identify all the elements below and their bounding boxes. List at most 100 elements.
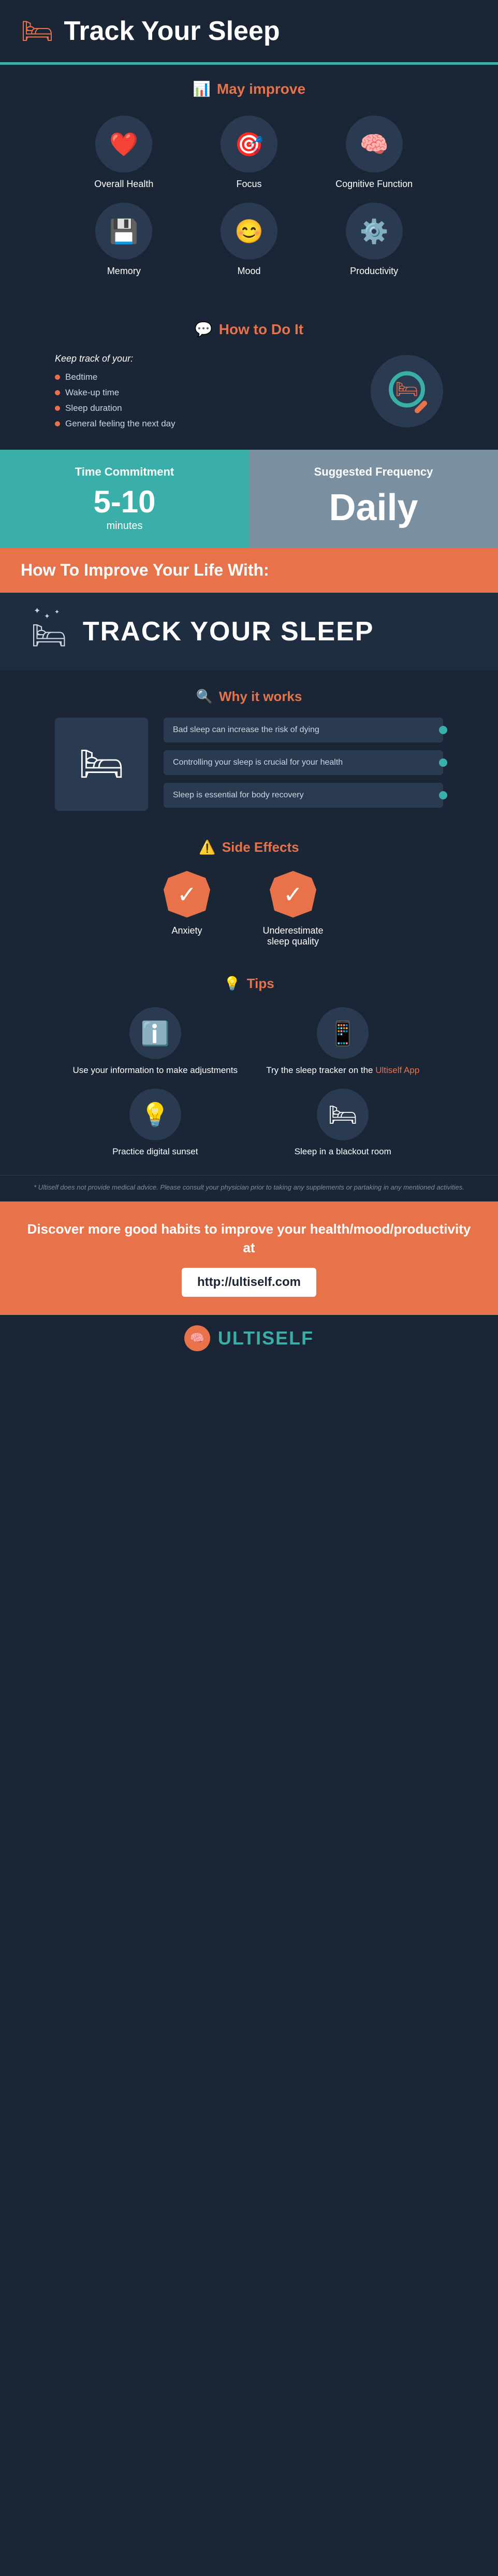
tip-item-sleep-tracker: 📱 Try the sleep tracker on the Ultiself …	[256, 1007, 431, 1076]
may-improve-title: May improve	[217, 81, 305, 97]
moon-stars-icon: ✦ ✦ ✦ 🛏	[31, 611, 67, 652]
blackout-room-label: Sleep in a blackout room	[295, 1147, 391, 1157]
warning-icon: ⚠️	[199, 839, 215, 855]
sleep-tracker-label: Try the sleep tracker on the Ultiself Ap…	[266, 1065, 419, 1076]
improve-item-cognitive-function: 🧠 Cognitive Function	[318, 116, 430, 190]
how-to-section: 💬 How to Do It Keep track of your: Bedti…	[0, 303, 498, 450]
why-works-list: Bad sleep can increase the risk of dying…	[164, 718, 443, 808]
bullet-icon	[55, 406, 60, 411]
why-dot-2	[439, 759, 447, 767]
search-icon: 🔍	[196, 689, 213, 705]
overall-health-label: Overall Health	[94, 179, 153, 190]
improve-item-mood: 😊 Mood	[193, 203, 305, 277]
how-to-heading: 💬 How to Do It	[31, 321, 467, 338]
frequency-label: Suggested Frequency	[265, 465, 482, 479]
shield-anxiety-icon: ✓	[164, 871, 210, 918]
mood-label: Mood	[237, 266, 260, 277]
ultiself-app-link[interactable]: Ultiself App	[375, 1065, 419, 1075]
track-sleep-section: ✦ ✦ ✦ 🛏 TRACK YOUR SLEEP	[0, 593, 498, 670]
list-item: Wake-up time	[55, 388, 350, 398]
improve-banner: How To Improve Your Life With:	[0, 548, 498, 593]
time-commitment-value: 5-10	[16, 486, 233, 518]
header-section: 🛏 Track Your Sleep	[0, 0, 498, 62]
use-information-label: Use your information to make adjustments	[73, 1065, 238, 1076]
anxiety-label: Anxiety	[171, 925, 202, 936]
sleep-search-visual: 🛏	[371, 355, 443, 427]
may-improve-heading: 📊 May improve	[31, 80, 467, 97]
lightbulb-icon: 💡	[224, 976, 240, 992]
chart-icon: 📊	[193, 80, 211, 97]
suggested-frequency-block: Suggested Frequency Daily	[249, 450, 498, 548]
side-item-anxiety: ✓ Anxiety	[164, 871, 210, 947]
time-commitment-block: Time Commitment 5-10 minutes	[0, 450, 249, 548]
list-item: Sleep duration	[55, 403, 350, 413]
why-item-2: Controlling your sleep is crucial for yo…	[164, 750, 443, 775]
phone-icon-circle: 📱	[317, 1007, 369, 1059]
footer-cta-text: Discover more good habits to improve you…	[21, 1220, 477, 1257]
bed-in-magnify: 🛏	[396, 379, 418, 400]
why-works-title: Why it works	[219, 689, 302, 705]
shield-underestimate-icon: ✓	[270, 871, 316, 918]
tips-section: 💡 Tips ℹ️ Use your information to make a…	[0, 965, 498, 1175]
why-dot-3	[439, 791, 447, 799]
improve-item-focus: 🎯 Focus	[193, 116, 305, 190]
tip-item-digital-sunset: 💡 Practice digital sunset	[68, 1089, 243, 1157]
list-item: Bedtime	[55, 372, 350, 382]
overall-health-icon-circle: ❤️	[95, 116, 152, 173]
why-works-content: 🛏 Bad sleep can increase the risk of dyi…	[55, 718, 443, 811]
magnify-glass: 🛏	[389, 371, 425, 408]
side-effects-section: ⚠️ Side Effects ✓ Anxiety ✓ Underestimat…	[0, 829, 498, 965]
frequency-value: Daily	[265, 486, 482, 529]
tip-item-use-information: ℹ️ Use your information to make adjustme…	[68, 1007, 243, 1076]
may-improve-grid: ❤️ Overall Health 🎯 Focus 🧠 Cognitive Fu…	[68, 116, 430, 277]
improve-item-memory: 💾 Memory	[68, 203, 180, 277]
why-works-heading: 🔍 Why it works	[31, 689, 467, 705]
time-unit-label: minutes	[16, 520, 233, 532]
side-effects-title: Side Effects	[222, 839, 299, 855]
memory-label: Memory	[107, 266, 141, 277]
improve-item-overall-health: ❤️ Overall Health	[68, 116, 180, 190]
info-icon-circle: ℹ️	[129, 1007, 181, 1059]
side-item-underestimate: ✓ Underestimate sleep quality	[252, 871, 334, 947]
brand-logo-icon: 🧠	[184, 1325, 210, 1351]
time-commitment-label: Time Commitment	[16, 465, 233, 479]
why-item-1: Bad sleep can increase the risk of dying	[164, 718, 443, 742]
underestimate-label: Underestimate sleep quality	[252, 925, 334, 947]
may-improve-section: 📊 May improve ❤️ Overall Health 🎯 Focus …	[0, 65, 498, 303]
why-works-visual: 🛏	[55, 718, 148, 811]
blackout-icon-circle: 🛏	[317, 1089, 369, 1140]
why-works-section: 🔍 Why it works 🛏 Bad sleep can increase …	[0, 670, 498, 829]
tip-item-blackout-room: 🛏 Sleep in a blackout room	[256, 1089, 431, 1157]
pillow-icon: 🛏	[31, 619, 67, 652]
track-sleep-title: TRACK YOUR SLEEP	[83, 616, 374, 647]
cognitive-label: Cognitive Function	[335, 179, 413, 190]
mood-icon-circle: 😊	[221, 203, 277, 260]
memory-icon-circle: 💾	[95, 203, 152, 260]
how-to-content: Keep track of your: Bedtime Wake-up time…	[55, 353, 443, 429]
productivity-label: Productivity	[350, 266, 398, 277]
bullet-icon	[55, 421, 60, 426]
why-item-3: Sleep is essential for body recovery	[164, 783, 443, 808]
focus-icon-circle: 🎯	[221, 116, 277, 173]
footer-url[interactable]: http://ultiself.com	[197, 1275, 301, 1289]
footer-cta-section: Discover more good habits to improve you…	[0, 1201, 498, 1315]
digital-sunset-label: Practice digital sunset	[112, 1147, 198, 1157]
sunset-icon-circle: 💡	[129, 1089, 181, 1140]
disclaimer-text: * Ultiself does not provide medical advi…	[31, 1183, 467, 1191]
how-to-title: How to Do It	[219, 321, 303, 338]
speech-bubble-icon: 💬	[195, 321, 213, 338]
keep-track-label: Keep track of your:	[55, 353, 350, 364]
page-title: Track Your Sleep	[64, 16, 280, 47]
track-list: Bedtime Wake-up time Sleep duration Gene…	[55, 372, 350, 429]
bullet-icon	[55, 390, 60, 395]
side-effects-grid: ✓ Anxiety ✓ Underestimate sleep quality	[31, 871, 467, 947]
tips-grid: ℹ️ Use your information to make adjustme…	[68, 1007, 430, 1157]
list-item: General feeling the next day	[55, 419, 350, 429]
productivity-icon-circle: ⚙️	[346, 203, 403, 260]
footer-url-box[interactable]: http://ultiself.com	[182, 1268, 316, 1297]
improve-item-productivity: ⚙️ Productivity	[318, 203, 430, 277]
how-to-text: Keep track of your: Bedtime Wake-up time…	[55, 353, 350, 429]
focus-label: Focus	[236, 179, 261, 190]
tips-title: Tips	[247, 976, 274, 992]
why-dot-1	[439, 726, 447, 734]
